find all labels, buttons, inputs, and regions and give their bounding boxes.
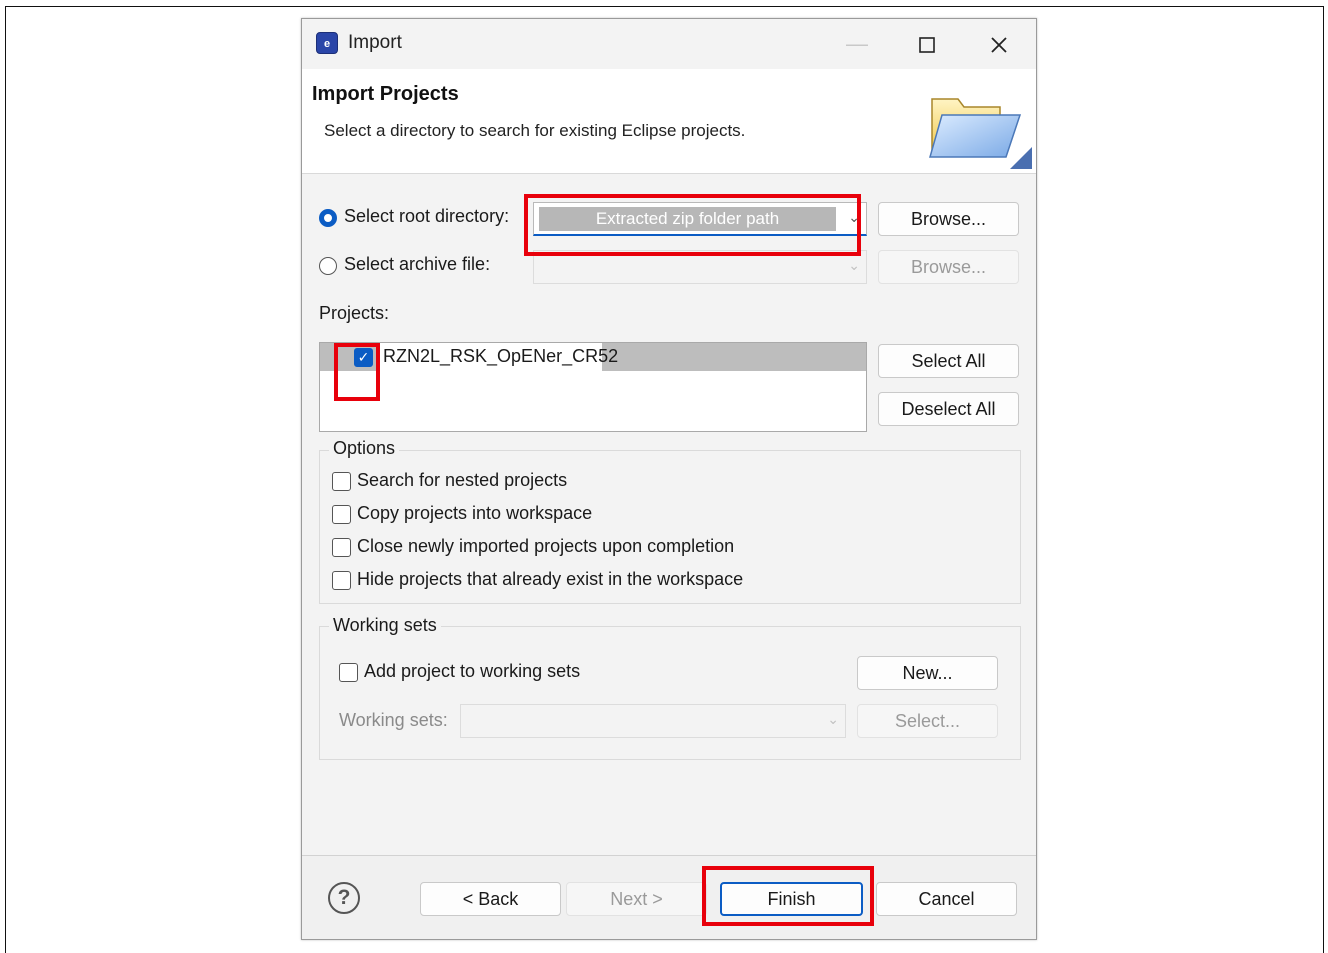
archive-file-label: Select archive file:: [344, 254, 491, 274]
new-working-set-button[interactable]: New...: [857, 656, 998, 690]
root-directory-highlight: [524, 194, 861, 256]
back-button[interactable]: < Back: [420, 882, 561, 916]
archive-file-radio[interactable]: [319, 257, 337, 275]
options-group-label: Options: [329, 438, 400, 459]
close-projects-label: Close newly imported projects upon compl…: [357, 536, 735, 556]
copy-projects-label: Copy projects into workspace: [357, 503, 593, 523]
projects-list[interactable]: ✓ RZN2L_RSK_OpENer_CR52: [319, 342, 867, 432]
hide-projects-label: Hide projects that already exist in the …: [357, 569, 744, 589]
browse-button[interactable]: Browse...: [878, 202, 1019, 236]
finish-highlight: [702, 866, 874, 926]
add-to-working-sets-checkbox[interactable]: [339, 663, 358, 682]
select-all-button[interactable]: Select All: [878, 344, 1019, 378]
deselect-all-button[interactable]: Deselect All: [878, 392, 1019, 426]
minimize-icon[interactable]: —: [830, 27, 884, 61]
select-working-sets-button[interactable]: Select...: [857, 704, 998, 738]
title-bar: e Import —: [302, 19, 1036, 69]
nested-projects-label: Search for nested projects: [357, 470, 568, 490]
wizard-footer: ? < Back Next > Finish Cancel: [302, 856, 1036, 939]
nested-projects-checkbox[interactable]: [332, 472, 351, 491]
chevron-down-icon: ⌄: [827, 711, 839, 727]
import-dialog: e Import — Import Projects Select a dire…: [301, 18, 1037, 940]
add-to-working-sets-label: Add project to working sets: [364, 661, 581, 681]
copy-projects-checkbox[interactable]: [332, 505, 351, 524]
cancel-button[interactable]: Cancel: [876, 882, 1017, 916]
projects-label: Projects:: [319, 303, 390, 323]
help-icon[interactable]: ?: [328, 882, 360, 914]
hide-projects-checkbox[interactable]: [332, 571, 351, 590]
chevron-down-icon: ⌄: [848, 257, 860, 273]
page-subtitle: Select a directory to search for existin…: [324, 121, 746, 140]
root-directory-label: Select root directory:: [344, 206, 510, 226]
next-button[interactable]: Next >: [566, 882, 707, 916]
working-sets-combo[interactable]: ⌄: [460, 704, 846, 738]
maximize-icon[interactable]: [900, 27, 954, 61]
page-title: Import Projects: [312, 83, 459, 105]
wizard-header: Import Projects Select a directory to se…: [302, 69, 1036, 174]
checkbox-highlight: [334, 343, 380, 401]
working-sets-group-label: Working sets: [329, 615, 441, 636]
project-name: RZN2L_RSK_OpENer_CR52: [383, 346, 619, 366]
archive-file-value: [539, 255, 836, 279]
eclipse-app-icon: e: [316, 32, 338, 54]
root-directory-radio[interactable]: [319, 209, 337, 227]
close-icon[interactable]: [972, 27, 1026, 61]
browse-archive-button[interactable]: Browse...: [878, 250, 1019, 284]
folder-icon: [920, 77, 1036, 173]
close-projects-checkbox[interactable]: [332, 538, 351, 557]
window-title: Import: [348, 32, 402, 53]
working-sets-field-label: Working sets:: [339, 710, 448, 730]
working-sets-group: [319, 626, 1021, 760]
list-item[interactable]: ✓ RZN2L_RSK_OpENer_CR52: [320, 343, 866, 371]
